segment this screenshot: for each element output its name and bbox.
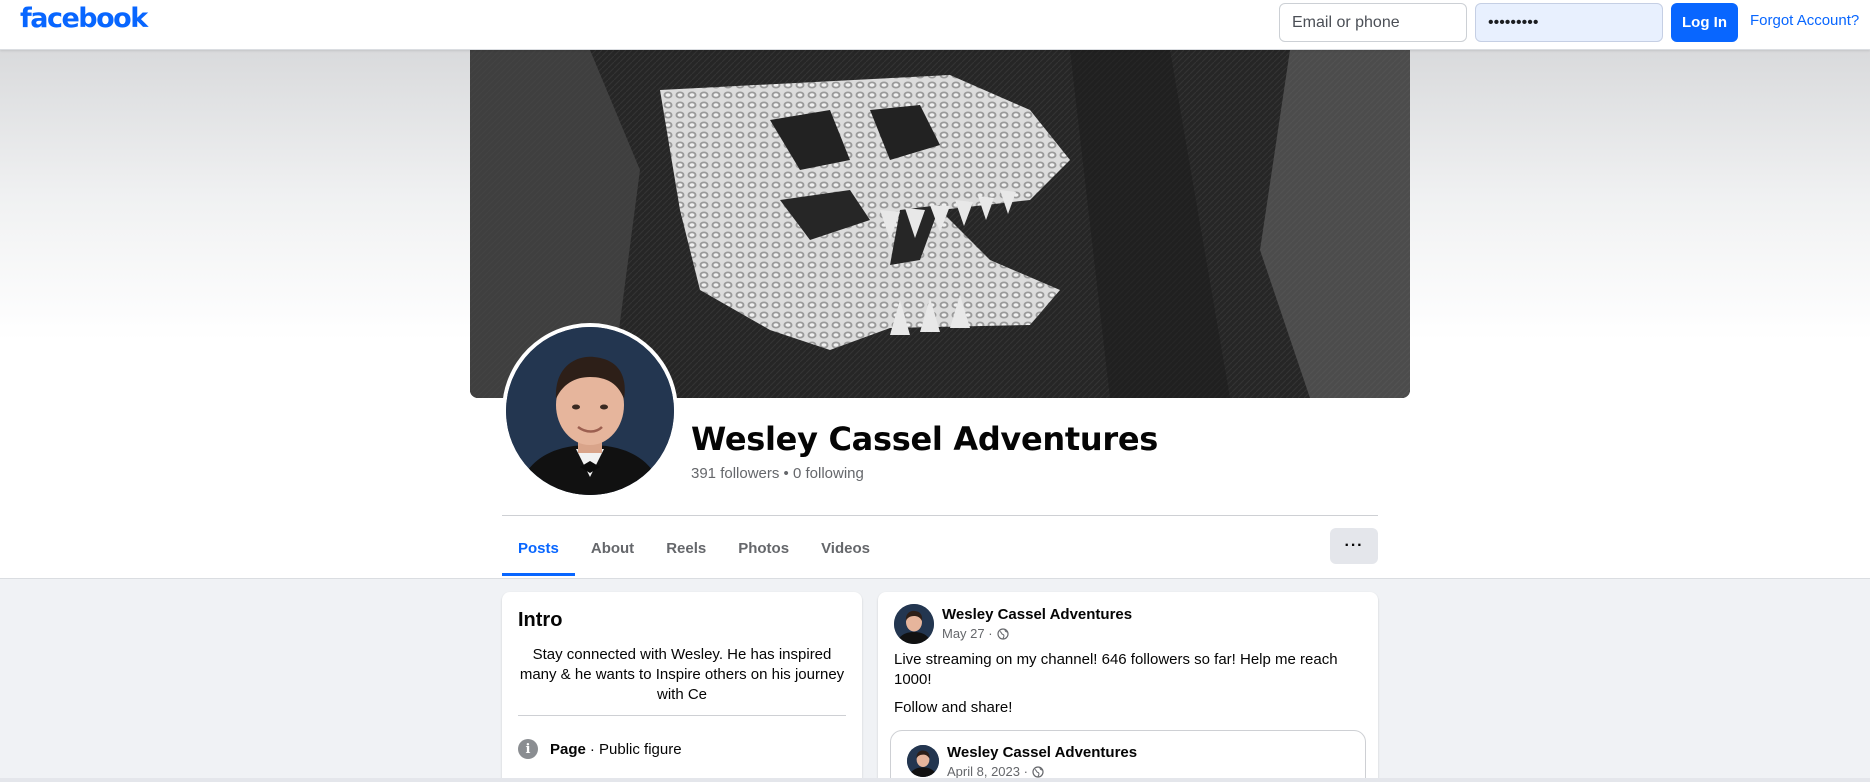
forgot-account-link[interactable]: Forgot Account? — [1750, 12, 1859, 29]
intro-title: Intro — [518, 609, 563, 631]
page-title: Wesley Cassel Adventures — [691, 420, 1158, 458]
page-category-value: · Public figure — [589, 740, 682, 758]
post-date: May 27 · — [942, 626, 993, 641]
shared-post-avatar-image — [907, 745, 939, 777]
post-timestamp[interactable]: May 27 · — [942, 626, 1009, 641]
tab-videos[interactable]: Videos — [805, 520, 886, 576]
facebook-logo[interactable]: facebook — [20, 3, 148, 34]
post-card: Wesley Cassel Adventures May 27 · Live s… — [878, 592, 1378, 782]
info-icon: i — [518, 739, 538, 759]
top-navigation-bar: facebook Log In Forgot Account? — [0, 0, 1870, 50]
shared-post-avatar[interactable] — [907, 745, 939, 777]
intro-card: Intro Stay connected with Wesley. He has… — [502, 592, 862, 782]
window-bottom-edge — [0, 778, 1870, 782]
follower-stats[interactable]: 391 followers • 0 following — [691, 465, 864, 482]
intro-bio: Stay connected with Wesley. He has inspi… — [519, 646, 845, 703]
shared-post-timestamp[interactable]: April 8, 2023 · — [947, 764, 1044, 779]
post-body-text-2: Follow and share! — [894, 699, 1013, 716]
tab-reels[interactable]: Reels — [650, 520, 722, 576]
password-input[interactable] — [1475, 3, 1663, 42]
shared-post-date: April 8, 2023 · — [947, 764, 1028, 779]
profile-photo-image — [506, 327, 674, 495]
globe-icon — [1032, 765, 1044, 778]
profile-tabs: Posts About Reels Photos Videos — [502, 520, 886, 576]
post-author-avatar-image — [894, 604, 934, 644]
post-body-text: Live streaming on my channel! 646 follow… — [894, 651, 1338, 688]
intro-divider — [518, 715, 846, 716]
post-author-name[interactable]: Wesley Cassel Adventures — [942, 606, 1132, 623]
email-or-phone-input[interactable] — [1279, 3, 1467, 42]
tab-photos[interactable]: Photos — [722, 520, 805, 576]
post-author-avatar[interactable] — [894, 604, 934, 644]
log-in-button[interactable]: Log In — [1671, 3, 1738, 42]
profile-picture[interactable] — [506, 327, 674, 495]
tab-posts[interactable]: Posts — [502, 520, 575, 576]
more-options-icon: ··· — [1344, 537, 1364, 554]
page-category: i Page · Public figure — [518, 739, 682, 759]
shared-post-card[interactable]: Wesley Cassel Adventures April 8, 2023 · — [890, 730, 1366, 782]
shared-post-author-name[interactable]: Wesley Cassel Adventures — [947, 744, 1137, 761]
header-divider — [502, 515, 1378, 516]
page-category-label: Page — [550, 740, 586, 758]
globe-icon — [996, 627, 1009, 640]
more-options-button[interactable]: ··· — [1330, 528, 1378, 564]
tab-about[interactable]: About — [575, 520, 650, 576]
